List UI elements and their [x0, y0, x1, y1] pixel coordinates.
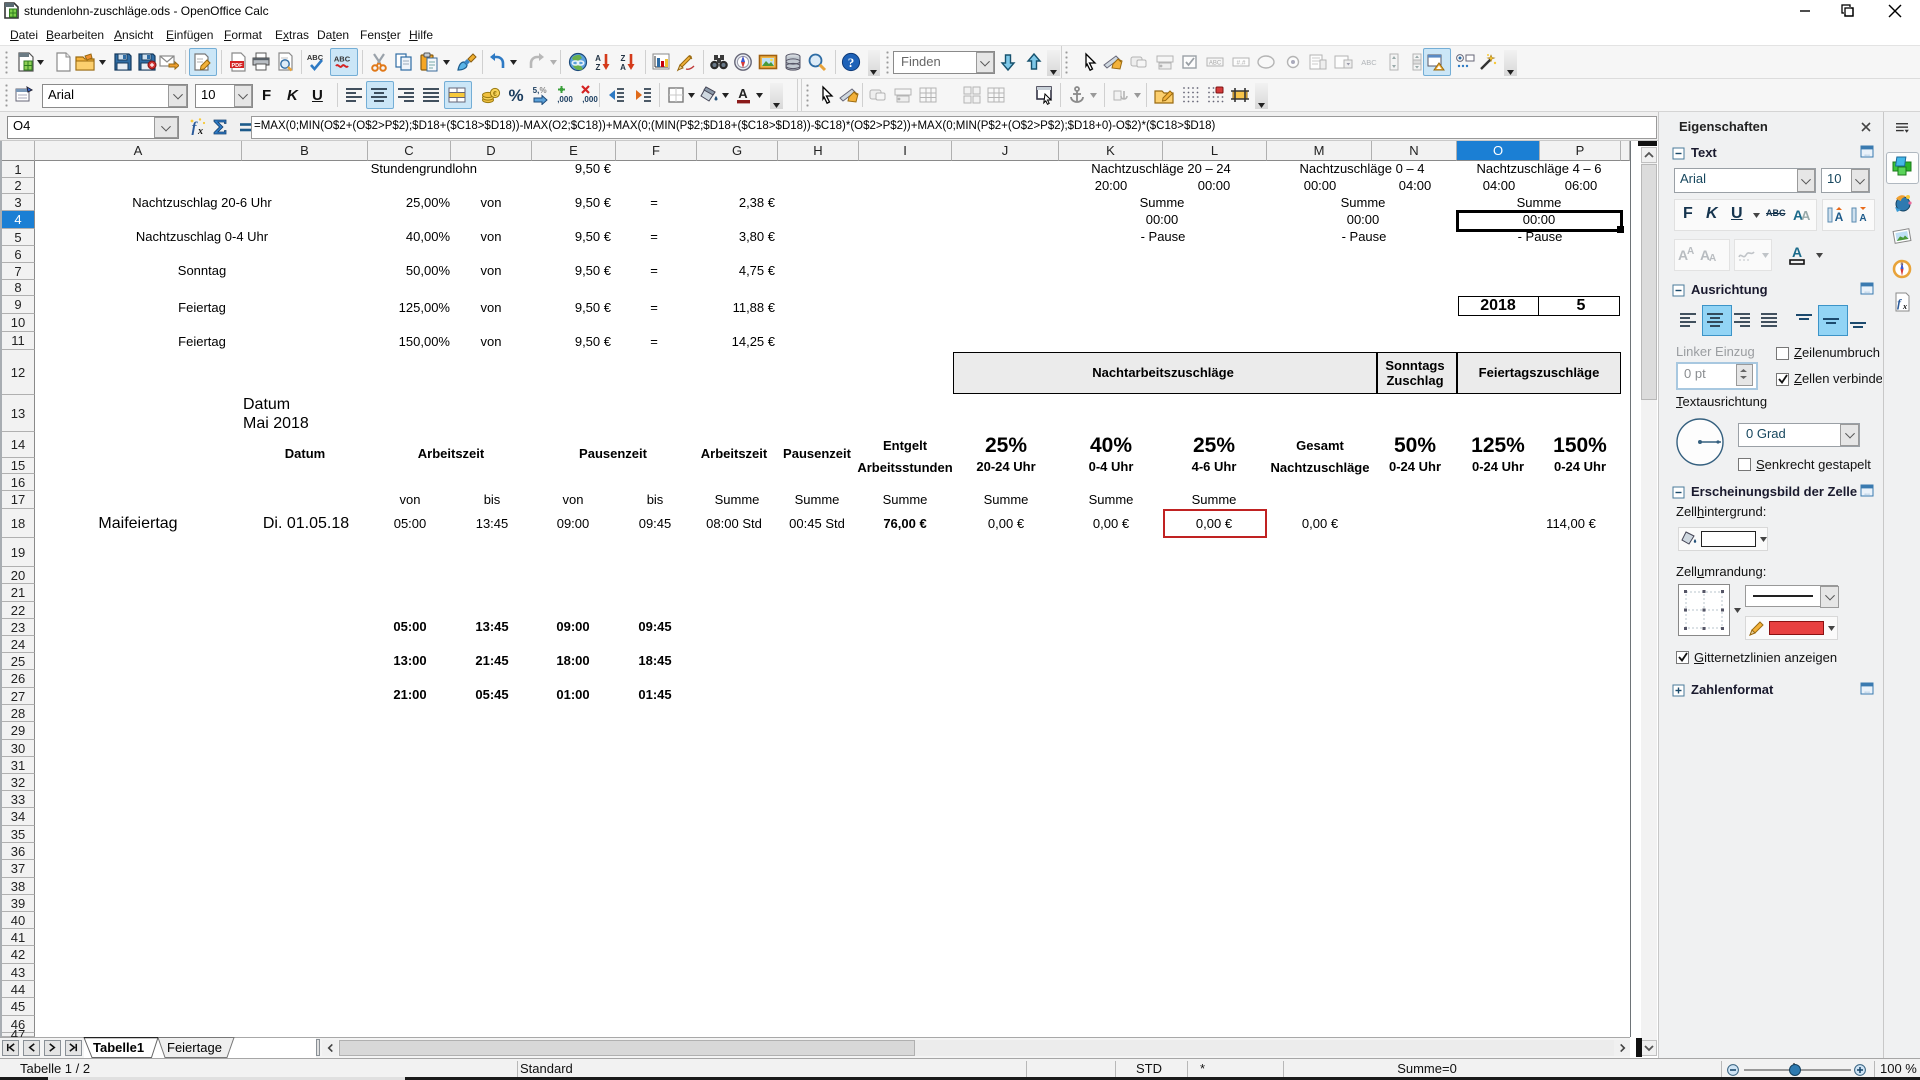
svg-text:A: A: [738, 86, 748, 101]
svg-text:?: ?: [848, 55, 855, 70]
svg-text:Z: Z: [596, 63, 601, 72]
svg-text:%: %: [539, 86, 546, 95]
svg-text:,000: ,000: [557, 95, 573, 104]
svg-text:A: A: [1859, 213, 1866, 224]
svg-text:x: x: [197, 126, 203, 137]
svg-text:%: %: [508, 86, 523, 105]
svg-text:A: A: [1792, 244, 1802, 260]
svg-text:PDF: PDF: [232, 63, 244, 69]
svg-text:A: A: [595, 54, 601, 63]
svg-text:x: x: [1902, 302, 1907, 311]
svg-text:...: ...: [1864, 151, 1870, 158]
svg-text:ABC: ABC: [334, 55, 351, 64]
svg-text:N: N: [1901, 261, 1904, 266]
svg-text:ABC: ABC: [1361, 58, 1377, 67]
svg-text:5,: 5,: [533, 86, 540, 95]
svg-text:#.#: #.#: [1236, 60, 1245, 67]
svg-text:...: ...: [1864, 490, 1870, 497]
svg-text:€: €: [493, 91, 497, 98]
svg-text:A: A: [1835, 210, 1844, 224]
svg-text:ABC: ABC: [1209, 61, 1222, 67]
svg-text:,000: ,000: [582, 95, 598, 104]
svg-text:...: ...: [1864, 688, 1870, 695]
svg-text:...: ...: [1864, 288, 1870, 295]
svg-text:Z: Z: [621, 54, 626, 63]
svg-text:A: A: [620, 63, 626, 72]
